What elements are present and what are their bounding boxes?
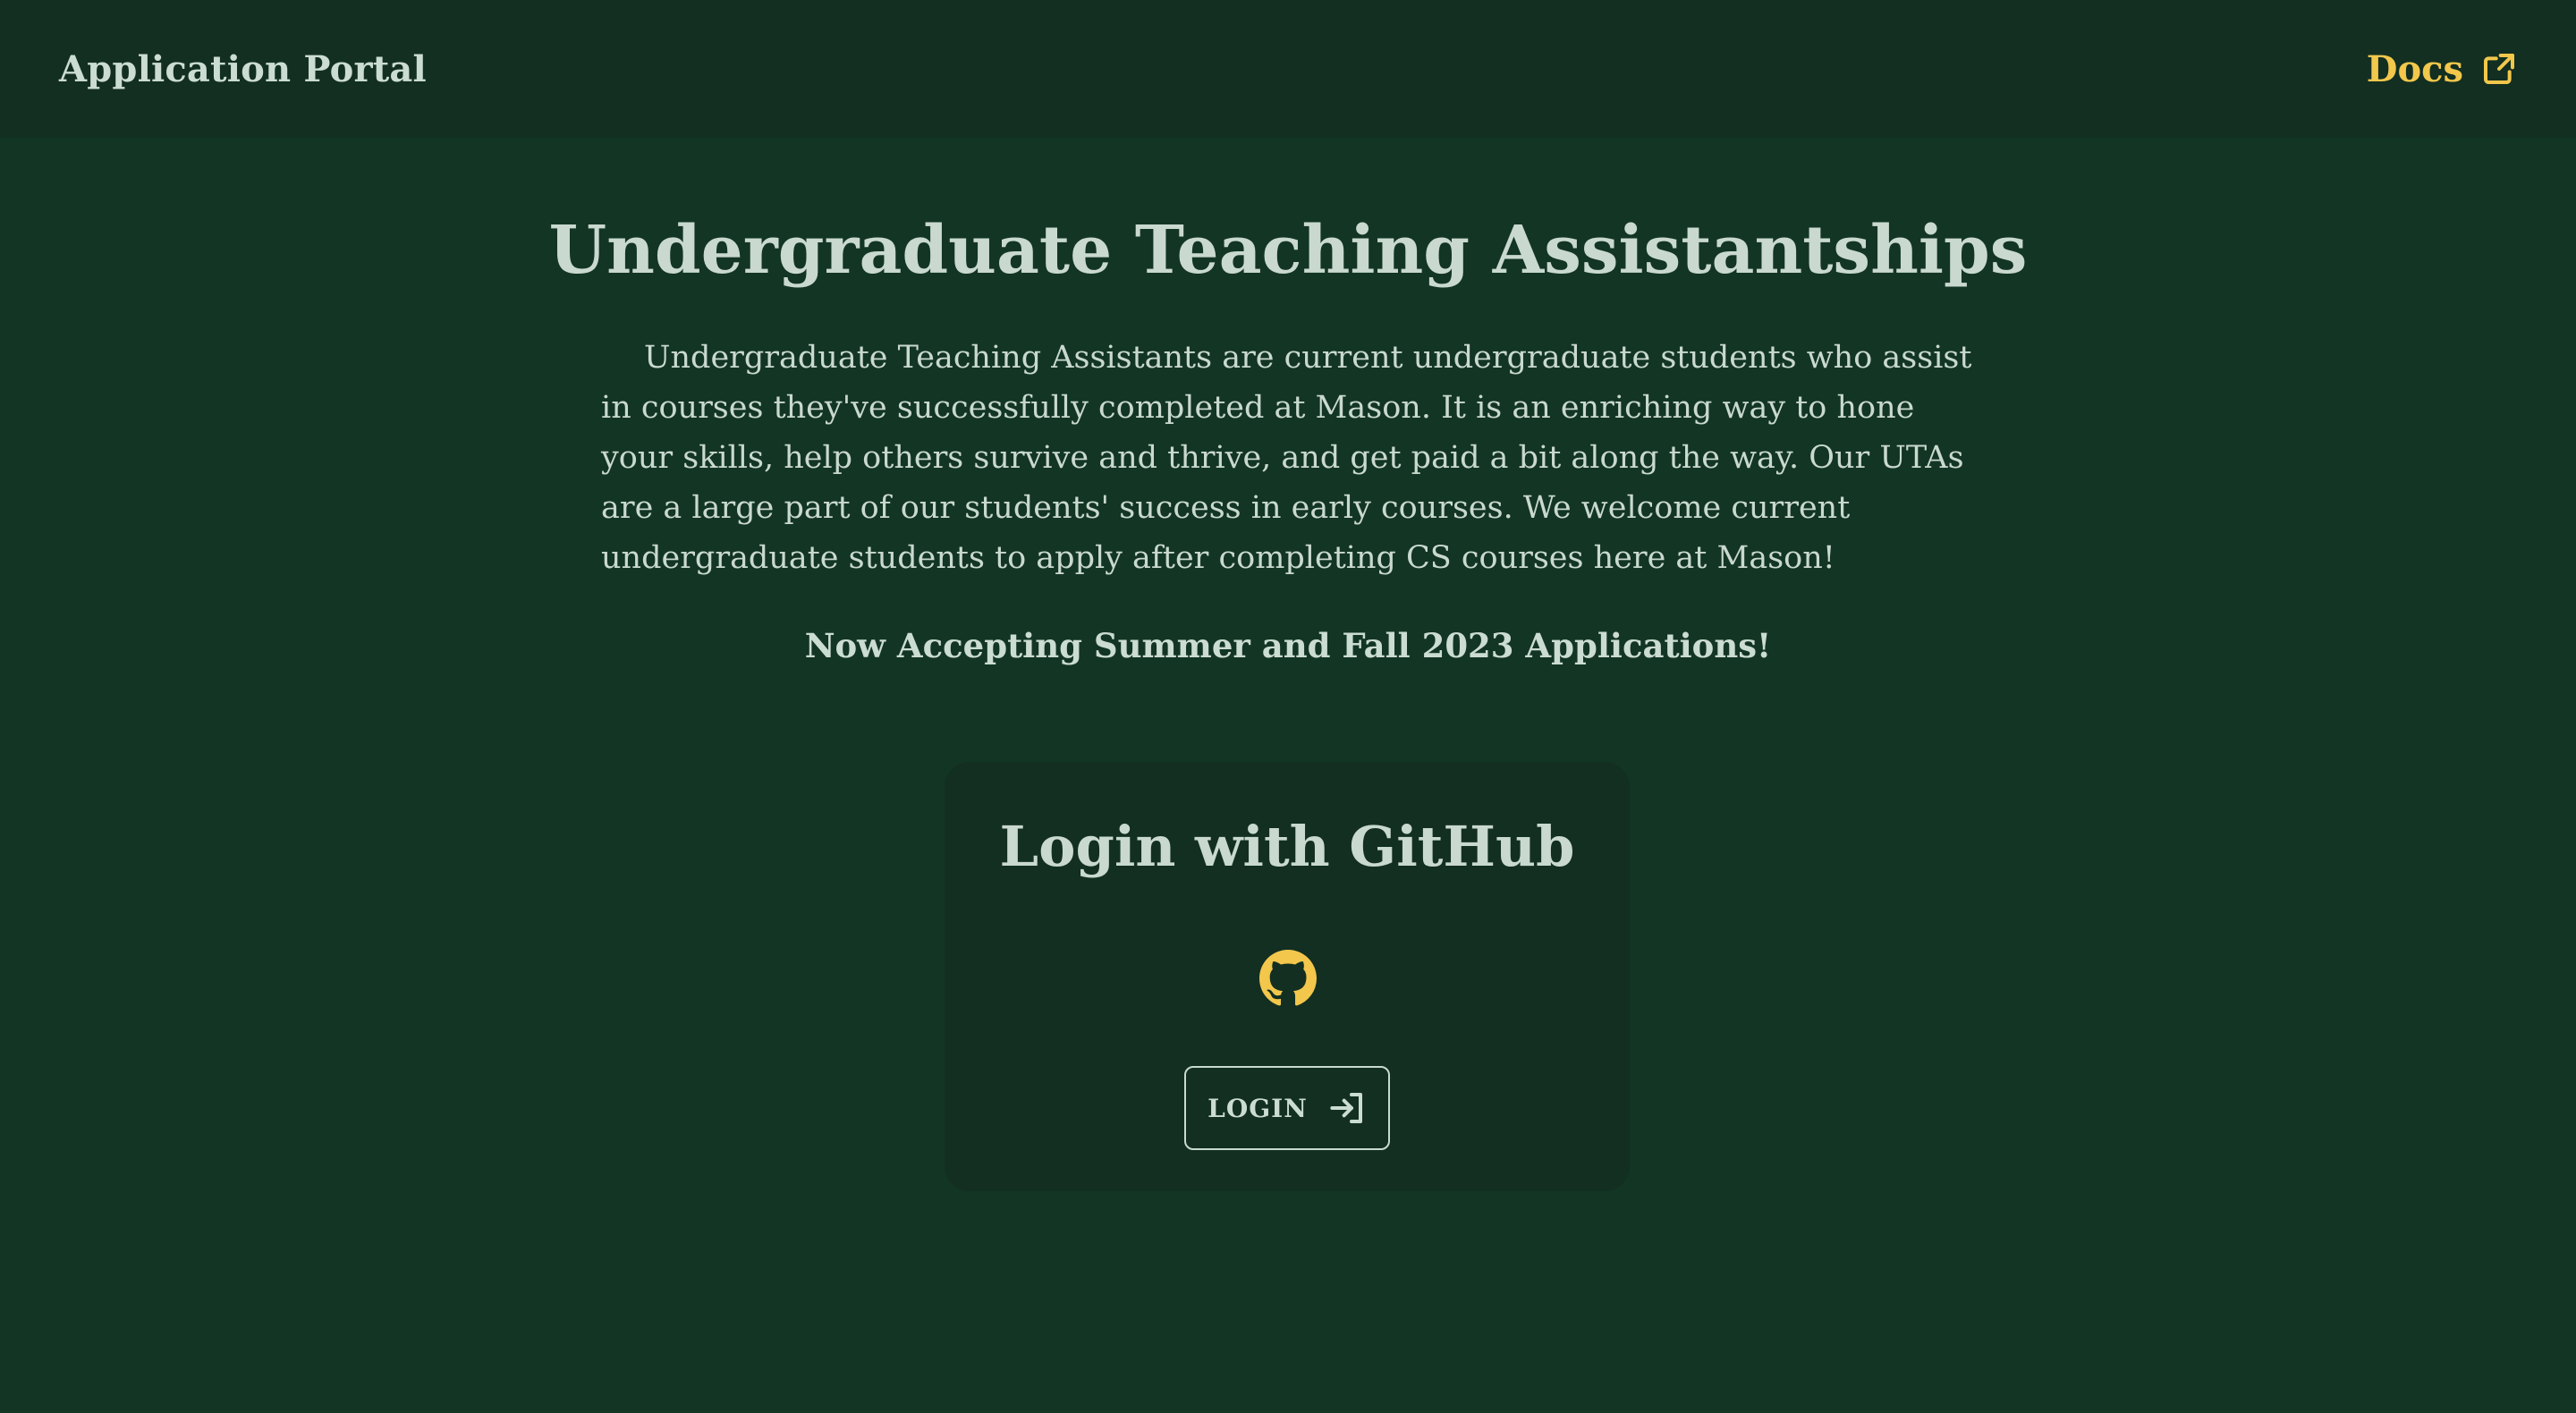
login-arrow-icon <box>1330 1093 1362 1123</box>
intro-paragraph: Undergraduate Teaching Assistants are cu… <box>601 340 1972 576</box>
docs-link[interactable]: Docs <box>2367 48 2517 90</box>
top-navbar: Application Portal Docs <box>0 0 2576 138</box>
login-card: Login with GitHub LOGIN <box>945 762 1630 1191</box>
login-button-label: LOGIN <box>1208 1093 1308 1123</box>
announcement-text: Now Accepting Summer and Fall 2023 Appli… <box>804 626 1772 665</box>
external-link-icon <box>2484 54 2514 84</box>
docs-label: Docs <box>2366 47 2463 90</box>
github-icon <box>1259 950 1317 1006</box>
login-card-title: Login with GitHub <box>999 814 1575 879</box>
login-button[interactable]: LOGIN <box>1184 1066 1390 1150</box>
app-brand[interactable]: Application Portal <box>59 48 427 90</box>
page-title: Undergraduate Teaching Assistantships <box>548 212 2028 289</box>
